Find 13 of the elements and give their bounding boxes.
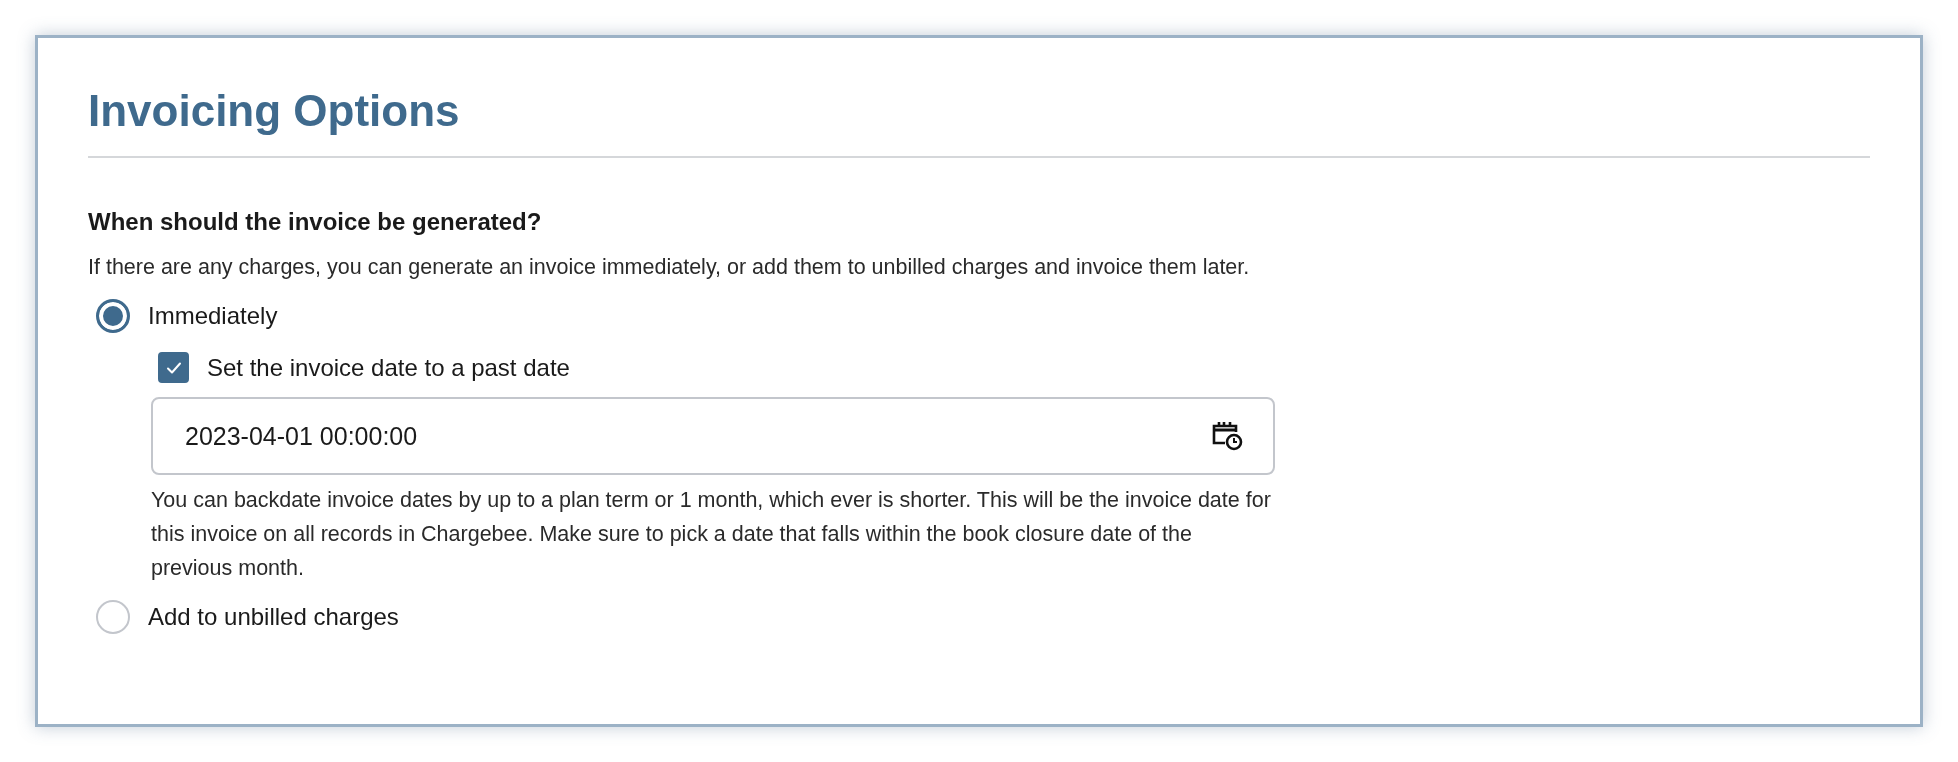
check-icon	[165, 360, 182, 375]
option-label[interactable]: Add to unbilled charges	[148, 603, 399, 631]
question-label: When should the invoice be generated?	[88, 207, 543, 237]
radio-button[interactable]	[96, 299, 130, 333]
question-description: If there are any charges, you can generate an invoice immediately, or add them to unbilled charges and invoice them later.	[88, 254, 1251, 281]
calendar-clock-icon[interactable]	[1211, 420, 1243, 452]
help-text: You can backdate invoice dates by up to a plan term or 1 month, which ever is shorter. This will be the invoice date for this invoice on all records in Chargebee. Make sure to pick a date that falls within the book closure date of the previous month.	[151, 487, 1272, 582]
checkbox-label[interactable]: Set the invoice date to a past date	[207, 353, 570, 382]
checkbox[interactable]	[158, 352, 189, 383]
option-label[interactable]: Immediately	[148, 302, 278, 330]
section-title: Invoicing Options	[88, 85, 461, 137]
radio-button[interactable]	[96, 600, 130, 634]
date-field[interactable]: 2023-04-01 00:00:00	[151, 397, 1275, 475]
